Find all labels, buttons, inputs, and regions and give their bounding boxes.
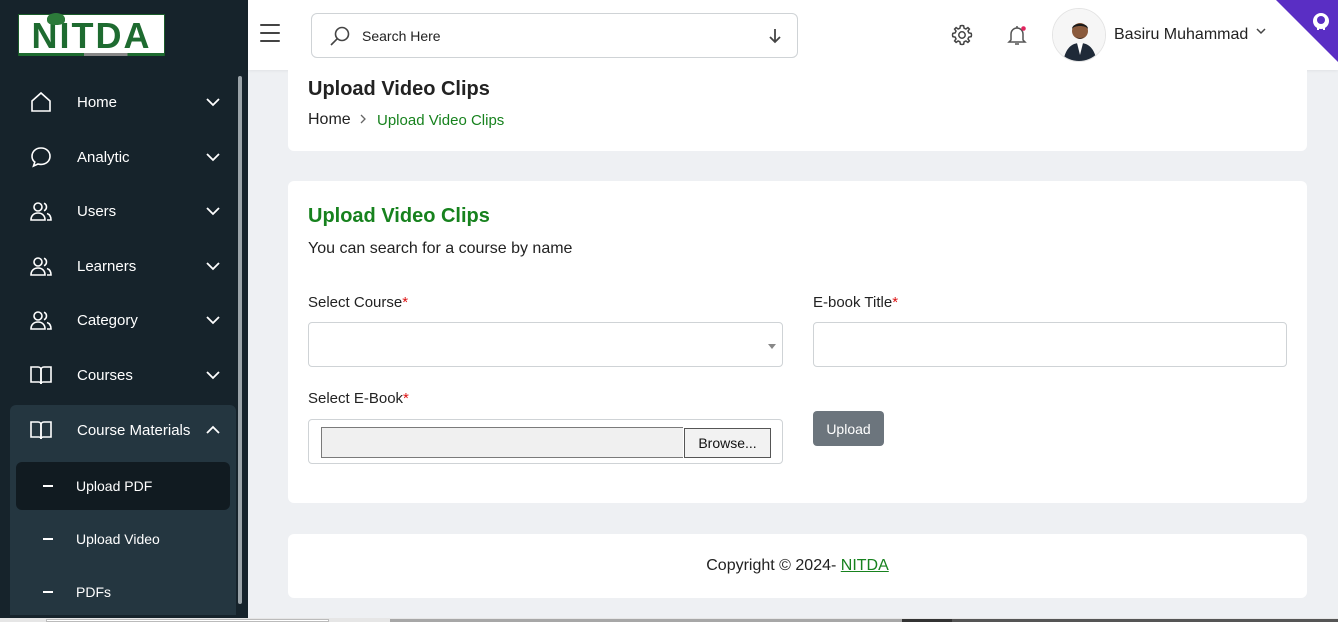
top-header: Basiru Muhammad [248,0,1338,70]
users-icon [30,202,52,221]
required-mark: * [402,294,409,311]
browse-button[interactable]: Browse... [684,428,771,458]
sidebar-item-category[interactable]: Category [0,293,236,347]
submenu-item-label: Upload PDF [76,478,153,494]
dash-icon [43,591,53,593]
search-icon [330,26,350,46]
breadcrumb-current: Upload Video Clips [377,112,505,129]
copyright-text: Copyright © 2024- NITDA [706,557,889,574]
course-materials-submenu: Upload PDF Upload Video PDFs [10,455,236,615]
course-select[interactable] [308,322,783,367]
form-title: Upload Video Clips [308,205,490,227]
coat-of-arms-icon [47,13,65,25]
submenu-item-upload-pdf[interactable]: Upload PDF [16,462,230,510]
nitda-logo[interactable]: NITDA [18,13,165,56]
chevron-right-icon [360,114,366,124]
required-mark: * [892,294,899,311]
sidebar-item-users[interactable]: Users [0,184,236,238]
users-icon [30,311,52,330]
chevron-down-icon [206,153,220,162]
sidebar-item-courses[interactable]: Courses [0,348,236,402]
users-icon [30,257,52,276]
submenu-item-upload-video[interactable]: Upload Video [16,515,230,563]
chevron-down-icon [206,371,220,380]
file-path-field[interactable] [321,427,683,458]
breadcrumb-home[interactable]: Home [308,111,351,129]
sidebar: NITDA Home Analytic Users Learners Categ… [0,0,248,622]
book-icon [30,366,52,385]
caret-down-icon [768,344,776,349]
select-ebook-label: Select E-Book* [308,390,409,407]
copyright-link[interactable]: NITDA [841,557,889,574]
sidebar-item-course-materials[interactable]: Course Materials [10,405,236,455]
search-box[interactable] [311,13,798,58]
submenu-item-label: Upload Video [76,531,160,547]
dash-icon [43,538,53,540]
ebook-title-label: E-book Title* [813,294,899,311]
book-icon [30,421,52,440]
sidebar-item-learners[interactable]: Learners [0,239,236,293]
chevron-down-icon [206,262,220,271]
sidebar-item-label: Courses [77,366,133,384]
gear-icon[interactable] [950,23,974,47]
ebook-title-input[interactable] [813,322,1287,367]
user-name[interactable]: Basiru Muhammad [1114,26,1248,44]
sidebar-item-analytic[interactable]: Analytic [0,130,236,184]
chevron-down-icon [206,98,220,107]
sidebar-item-label: Users [77,202,117,220]
horizontal-scrollbar[interactable] [0,618,1338,622]
sidebar-item-home[interactable]: Home [0,75,236,129]
sidebar-item-label: Category [77,311,138,329]
avatar[interactable] [1052,8,1106,62]
search-input[interactable] [362,26,742,46]
home-icon [31,91,51,112]
sidebar-item-label: Home [77,93,118,111]
menu-toggle-icon[interactable] [260,24,280,44]
upload-form-card: Upload Video Clips You can search for a … [288,181,1307,503]
upload-button[interactable]: Upload [813,411,884,446]
sidebar-item-label: Course Materials [77,421,191,439]
chevron-down-icon [206,207,220,216]
github-icon [1313,13,1329,30]
select-course-label: Select Course* [308,294,409,311]
sidebar-item-label: Analytic [77,148,130,166]
chevron-up-icon [206,425,220,434]
page-title: Upload Video Clips [308,78,490,100]
bell-icon[interactable] [1005,23,1029,47]
submenu-item-label: PDFs [76,584,111,600]
required-mark: * [403,390,409,407]
form-subtitle: You can search for a course by name [308,240,573,257]
dash-icon [43,485,53,487]
file-input[interactable]: Browse... [308,419,783,464]
user-photo [1053,9,1105,61]
sidebar-item-label: Learners [77,257,137,275]
chevron-down-icon[interactable] [1254,24,1268,38]
chevron-down-icon [206,316,220,325]
page-header-card: Upload Video Clips Home Upload Video Cli… [288,70,1307,151]
arrow-down-icon[interactable] [767,27,783,45]
submenu-item-pdfs[interactable]: PDFs [16,568,230,616]
sidebar-scrollbar[interactable] [238,76,242,604]
footer-card: Copyright © 2024- NITDA [288,534,1307,598]
chat-bubble-icon [31,147,51,168]
